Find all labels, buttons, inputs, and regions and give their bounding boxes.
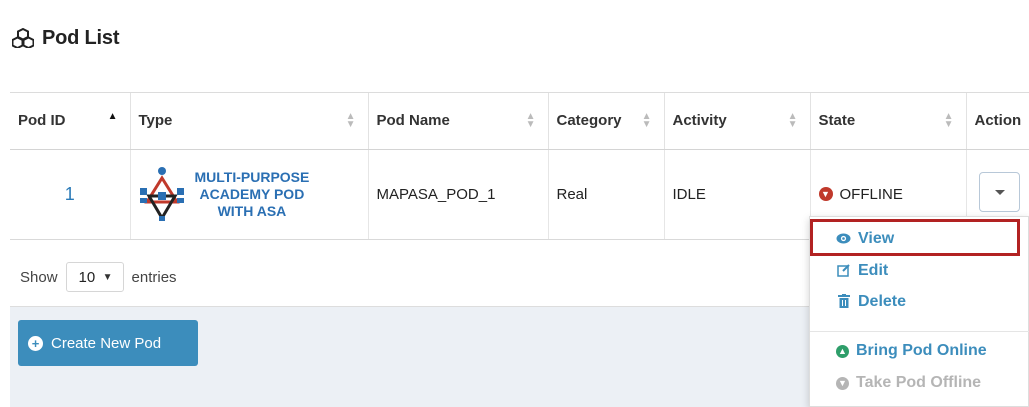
chevron-down-icon: ▼ xyxy=(102,271,113,283)
menu-item-label: Take Pod Offline xyxy=(856,374,982,391)
column-header-state[interactable]: State ▲ ▼ xyxy=(810,93,967,150)
sort-asc-icon: ▲ xyxy=(107,111,118,122)
menu-divider xyxy=(810,331,1029,332)
column-header-pod-name[interactable]: Pod Name ▲ ▼ xyxy=(368,93,549,150)
column-label: Type xyxy=(138,112,173,130)
column-header-pod-id[interactable]: Pod ID ▲ xyxy=(10,93,131,150)
menu-item-label: Edit xyxy=(858,262,889,279)
menu-item-label: Delete xyxy=(858,293,907,310)
length-prefix: Show xyxy=(20,268,58,286)
panel-header: Pod List xyxy=(12,24,119,52)
entries-select[interactable]: 10 ▼ xyxy=(65,262,124,292)
column-label: State xyxy=(818,112,856,130)
column-label: Pod Name xyxy=(376,112,450,130)
create-new-pod-button[interactable]: + Create New Pod xyxy=(18,320,198,366)
arrow-up-circle-icon: ▲ xyxy=(836,344,849,358)
plus-circle-icon: + xyxy=(28,335,43,351)
sort-icon: ▲ ▼ xyxy=(943,111,954,130)
pod-type-name: MULTI-PURPOSE ACADEMY POD WITH ASA xyxy=(194,168,310,219)
column-header-action: Action xyxy=(966,93,1029,150)
column-label: Category xyxy=(556,112,622,130)
sort-icon: ▲ ▼ xyxy=(345,111,356,130)
sort-icon: ▲ ▼ xyxy=(525,111,536,130)
pod-name-cell: MAPASA_POD_1 xyxy=(368,149,549,240)
offline-status-icon: ▼ xyxy=(818,187,833,201)
sort-icon: ▲ ▼ xyxy=(787,111,798,130)
entries-length-control: Show 10 ▼ entries xyxy=(20,262,177,292)
menu-item-edit[interactable]: Edit xyxy=(836,262,888,280)
action-dropdown-button[interactable] xyxy=(979,172,1020,212)
pod-id-cell[interactable]: 1 xyxy=(10,149,131,240)
view-highlight-box xyxy=(810,219,1020,256)
type-cell: MULTI-PURPOSE ACADEMY POD WITH ASA xyxy=(130,149,369,240)
state-label: OFFLINE xyxy=(839,185,903,203)
column-label: Activity xyxy=(672,112,727,130)
caret-down-icon xyxy=(994,189,1005,195)
column-header-category[interactable]: Category ▲ ▼ xyxy=(548,93,665,150)
menu-item-bring-online[interactable]: ▲ Bring Pod Online xyxy=(836,342,987,360)
pod-list-panel: Pod List Pod ID ▲ Type ▲ ▼ Pod Name ▲ ▼ Ca… xyxy=(0,0,1029,407)
sort-icon: ▲ ▼ xyxy=(641,111,652,130)
edit-icon xyxy=(836,263,851,280)
menu-item-label: Bring Pod Online xyxy=(856,342,987,359)
column-label: Pod ID xyxy=(18,112,66,130)
column-header-activity[interactable]: Activity ▲ ▼ xyxy=(664,93,811,150)
activity-cell: IDLE xyxy=(664,149,811,240)
menu-item-take-offline[interactable]: ▼ Take Pod Offline xyxy=(836,374,981,392)
page-title: Pod List xyxy=(42,26,120,49)
trash-icon xyxy=(836,293,851,311)
category-cell: Real xyxy=(548,149,665,240)
entries-value: 10 xyxy=(78,268,96,286)
column-label: Action xyxy=(974,112,1022,130)
column-header-type[interactable]: Type ▲ ▼ xyxy=(130,93,369,150)
length-suffix: entries xyxy=(131,268,177,286)
academy-pod-logo-icon xyxy=(139,167,184,221)
create-button-label: Create New Pod xyxy=(51,334,162,352)
menu-item-delete[interactable]: Delete xyxy=(836,293,906,311)
arrow-down-circle-icon: ▼ xyxy=(836,376,849,390)
cubes-icon xyxy=(12,28,34,48)
